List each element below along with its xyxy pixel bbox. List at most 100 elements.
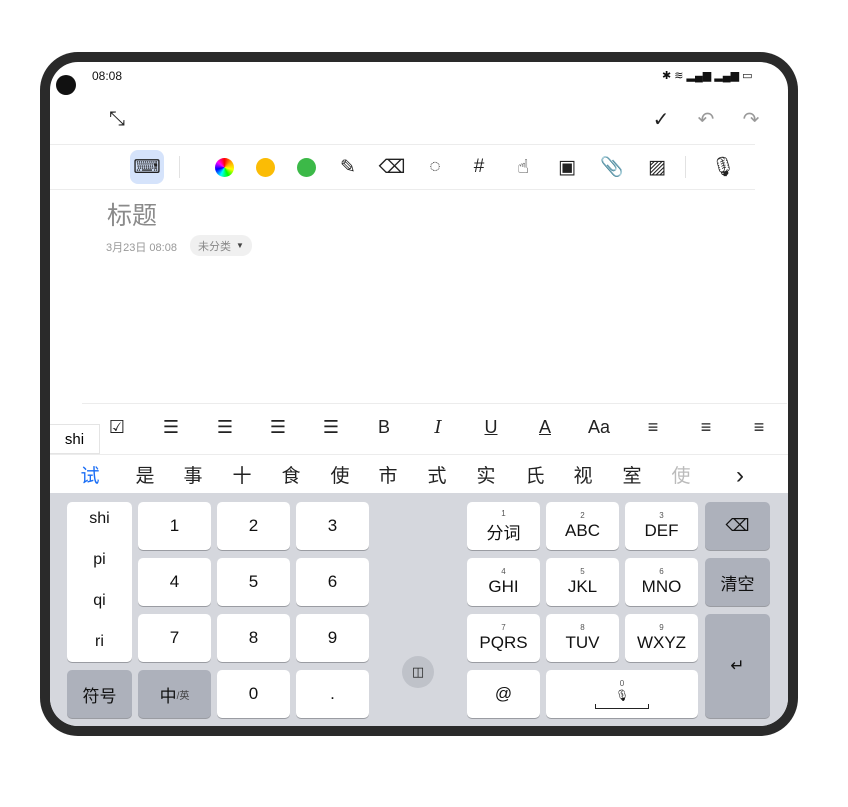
candidate[interactable]: 室 (618, 461, 646, 488)
key-6[interactable]: 6 (296, 558, 369, 606)
image-icon[interactable]: ▣ (550, 150, 584, 184)
key-letters: MNO (641, 577, 682, 596)
key-letters: DEF (644, 521, 679, 540)
key-9[interactable]: 9 (296, 614, 369, 662)
t9-key[interactable]: 8 TUV (546, 614, 619, 662)
key-number: 8 (580, 623, 585, 632)
t9-key[interactable]: 7 PQRS (467, 614, 540, 662)
bullet-list-bold-icon[interactable]: ☰ (316, 417, 346, 438)
key-letters: GHI (488, 577, 519, 596)
check-icon[interactable]: ✓ (646, 104, 676, 134)
candidate[interactable]: 市 (374, 461, 402, 488)
collapse-icon[interactable]: ⤡ (102, 104, 132, 134)
texture-icon[interactable]: ▨ (640, 150, 674, 184)
divider (82, 403, 787, 404)
redo-icon[interactable]: ↷ (736, 104, 766, 134)
divider (685, 156, 686, 178)
key-letters: TUV (565, 633, 600, 652)
key-2[interactable]: 2 (217, 502, 290, 550)
pinyin-option[interactable]: shi (67, 510, 132, 528)
candidate[interactable]: 氏 (521, 461, 549, 488)
lasso-icon[interactable]: ◌ (418, 150, 452, 184)
key-5[interactable]: 5 (217, 558, 290, 606)
pinyin-option[interactable]: qi (67, 592, 132, 610)
candidate[interactable]: 视 (569, 461, 597, 488)
undo-icon[interactable]: ↶ (691, 104, 721, 134)
bold-icon[interactable]: B (369, 417, 399, 438)
candidate[interactable]: 使 (667, 461, 695, 488)
lang-sub-label: /英 (176, 690, 190, 702)
pinyin-option[interactable]: pi (67, 551, 132, 569)
key-number: 2 (580, 511, 585, 520)
microphone-icon[interactable]: 🎙 (706, 150, 740, 184)
t9-key[interactable]: 2 ABC (546, 502, 619, 550)
t9-key[interactable]: 1 分词 (467, 502, 540, 550)
checklist-icon[interactable]: ☑ (102, 417, 132, 438)
underline-icon[interactable]: U (476, 417, 506, 438)
finger-draw-off-icon[interactable]: ☝ (506, 150, 540, 184)
eraser-icon[interactable]: ⌫ (375, 150, 409, 184)
symbols-key[interactable]: 符号 (67, 670, 132, 718)
candidate[interactable]: 使 (326, 461, 354, 488)
candidate[interactable]: 式 (423, 461, 451, 488)
key-8[interactable]: 8 (217, 614, 290, 662)
font-size-icon[interactable]: Aa (584, 417, 614, 438)
key-letters: JKL (567, 577, 598, 596)
bullet-list-icon[interactable]: ☰ (263, 417, 293, 438)
key-number: 3 (659, 511, 664, 520)
microphone-icon: 🎙 (615, 690, 629, 702)
align-center-icon[interactable]: ≡ (691, 417, 721, 438)
candidate[interactable]: 试 (76, 461, 104, 488)
language-toggle-key[interactable]: 中/英 (138, 670, 211, 718)
candidate[interactable]: 是 (131, 461, 159, 488)
candidate-expand-icon[interactable]: › (726, 462, 754, 490)
green-pen-icon[interactable] (289, 150, 323, 184)
crop-icon[interactable]: # (462, 150, 496, 184)
key-4[interactable]: 4 (138, 558, 211, 606)
key-letters: 分词 (486, 523, 521, 543)
t9-key[interactable]: 6 MNO (625, 558, 698, 606)
text-color-icon[interactable]: A (530, 417, 560, 438)
color-wheel-icon[interactable] (207, 150, 241, 184)
key-1[interactable]: 1 (138, 502, 211, 550)
yellow-pen-icon[interactable] (248, 150, 282, 184)
camera-hole (56, 75, 76, 95)
candidate[interactable]: 十 (228, 461, 256, 488)
status-icons: ✱ ≋ ▂▄▆ ▂▄▆ ▭ (662, 70, 753, 82)
key-0[interactable]: 0 (217, 670, 290, 718)
note-date: 3月23日 08:08 (106, 242, 177, 254)
key-7[interactable]: 7 (138, 614, 211, 662)
attachment-icon[interactable]: 📎 (595, 150, 629, 184)
t9-key[interactable]: 3 DEF (625, 502, 698, 550)
lettered-list-icon[interactable]: ☰ (210, 417, 240, 438)
enter-key[interactable]: ↵ (705, 614, 770, 718)
key-dot[interactable]: . (296, 670, 369, 718)
candidate[interactable]: 事 (179, 461, 207, 488)
candidate[interactable]: 实 (472, 461, 500, 488)
pinyin-option[interactable]: ri (67, 633, 132, 651)
clear-key[interactable]: 清空 (705, 558, 770, 606)
align-left-icon[interactable]: ≡ (638, 417, 668, 438)
backspace-key[interactable]: ⌫ (705, 502, 770, 550)
candidate[interactable]: 食 (277, 461, 305, 488)
align-right-icon[interactable]: ≡ (744, 417, 774, 438)
divider (50, 454, 788, 455)
space-key[interactable]: 0 🎙 (546, 670, 698, 718)
keyboard-icon[interactable]: ⌨ (130, 150, 164, 184)
pencil-icon[interactable]: ✎ (331, 150, 365, 184)
category-dropdown[interactable]: 未分类 ▼ (190, 235, 252, 256)
italic-icon[interactable]: I (423, 417, 453, 438)
t9-key[interactable]: 4 GHI (467, 558, 540, 606)
split-keyboard-icon[interactable]: ◫ (402, 656, 434, 688)
numbered-list-icon[interactable]: ☰ (156, 417, 186, 438)
divider (50, 144, 755, 145)
status-time: 08:08 (92, 69, 123, 83)
t9-key[interactable]: 9 WXYZ (625, 614, 698, 662)
screen: 08:08 ✱ ≋ ▂▄▆ ▂▄▆ ▭ ⤡ ✓ ↶ ↷ ⌨ ✎ ⌫ ◌ # ☝ ▣ 📎 ▨ 🎙 标… (50, 62, 788, 726)
key-3[interactable]: 3 (296, 502, 369, 550)
t9-key[interactable]: 5 JKL (546, 558, 619, 606)
title-input[interactable]: 标题 (107, 196, 157, 232)
at-key[interactable]: @ (467, 670, 540, 718)
key-number: 7 (501, 623, 506, 632)
pinyin-list[interactable]: shi pi qi ri (67, 502, 132, 662)
